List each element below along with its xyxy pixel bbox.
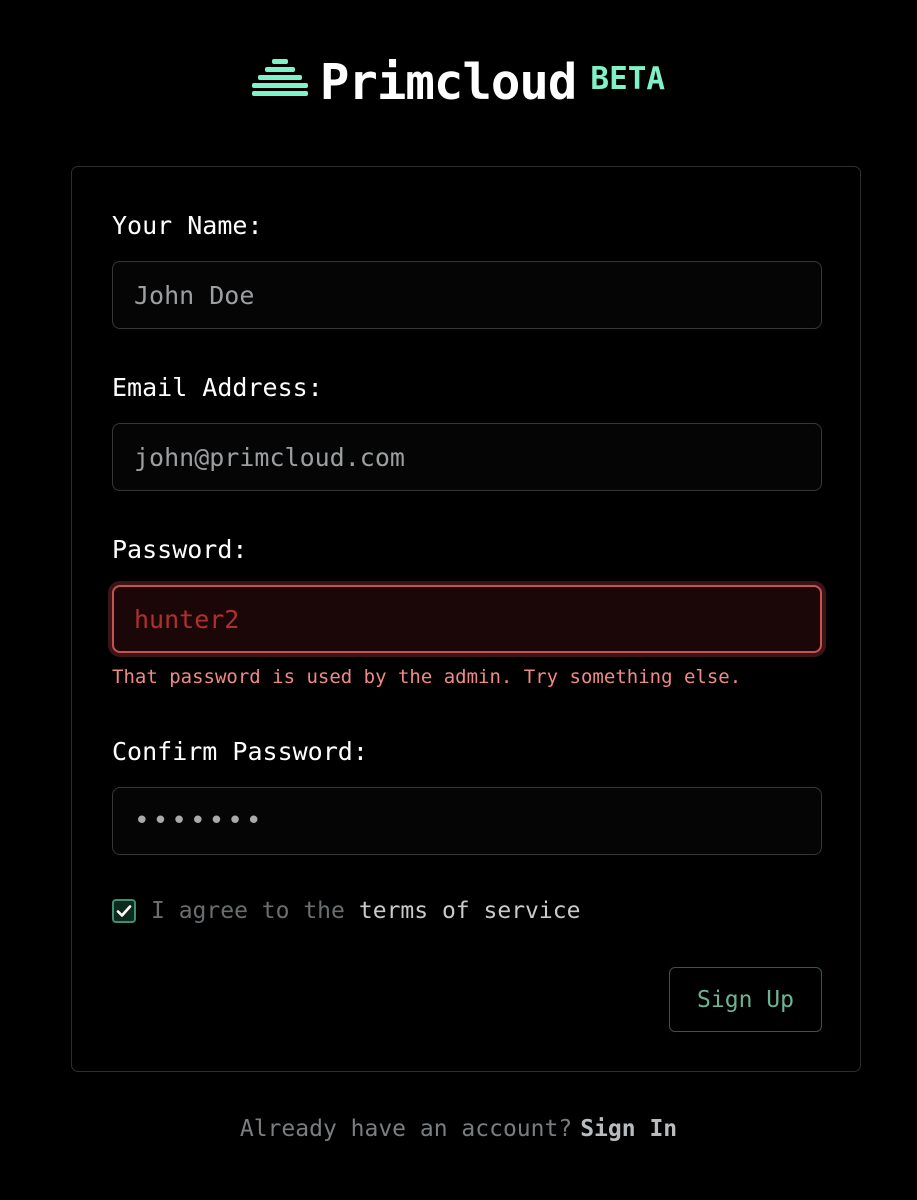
brand-header: Primcloud BETA — [0, 52, 917, 112]
stacked-bars-logo-icon — [251, 59, 308, 96]
checkmark-icon — [116, 905, 132, 917]
beta-badge: BETA — [590, 61, 666, 97]
terms-of-service-link[interactable]: terms of service — [359, 898, 581, 924]
brand-name: Primcloud — [319, 53, 578, 111]
password-input[interactable]: hunter2 — [112, 585, 822, 653]
name-label: Your Name: — [112, 211, 263, 240]
confirm-password-input[interactable]: ••••••• — [112, 787, 822, 855]
confirm-password-label: Confirm Password: — [112, 737, 368, 766]
footer: Already have an account? Sign In — [0, 1116, 917, 1142]
sign-in-link[interactable]: Sign In — [580, 1116, 677, 1142]
terms-agreement-row: I agree to the terms of service — [112, 897, 580, 925]
terms-checkbox[interactable] — [112, 899, 136, 923]
signup-form-card: Your Name: John Doe Email Address: john@… — [71, 166, 861, 1072]
password-error-message: That password is used by the admin. Try … — [112, 666, 742, 688]
email-input[interactable]: john@primcloud.com — [112, 423, 822, 491]
terms-agreement-text: I agree to the — [151, 898, 345, 924]
sign-up-button[interactable]: Sign Up — [669, 967, 822, 1032]
password-label: Password: — [112, 535, 248, 564]
name-input[interactable]: John Doe — [112, 261, 822, 329]
account-prompt-text: Already have an account? — [239, 1116, 573, 1142]
email-label: Email Address: — [112, 373, 323, 402]
